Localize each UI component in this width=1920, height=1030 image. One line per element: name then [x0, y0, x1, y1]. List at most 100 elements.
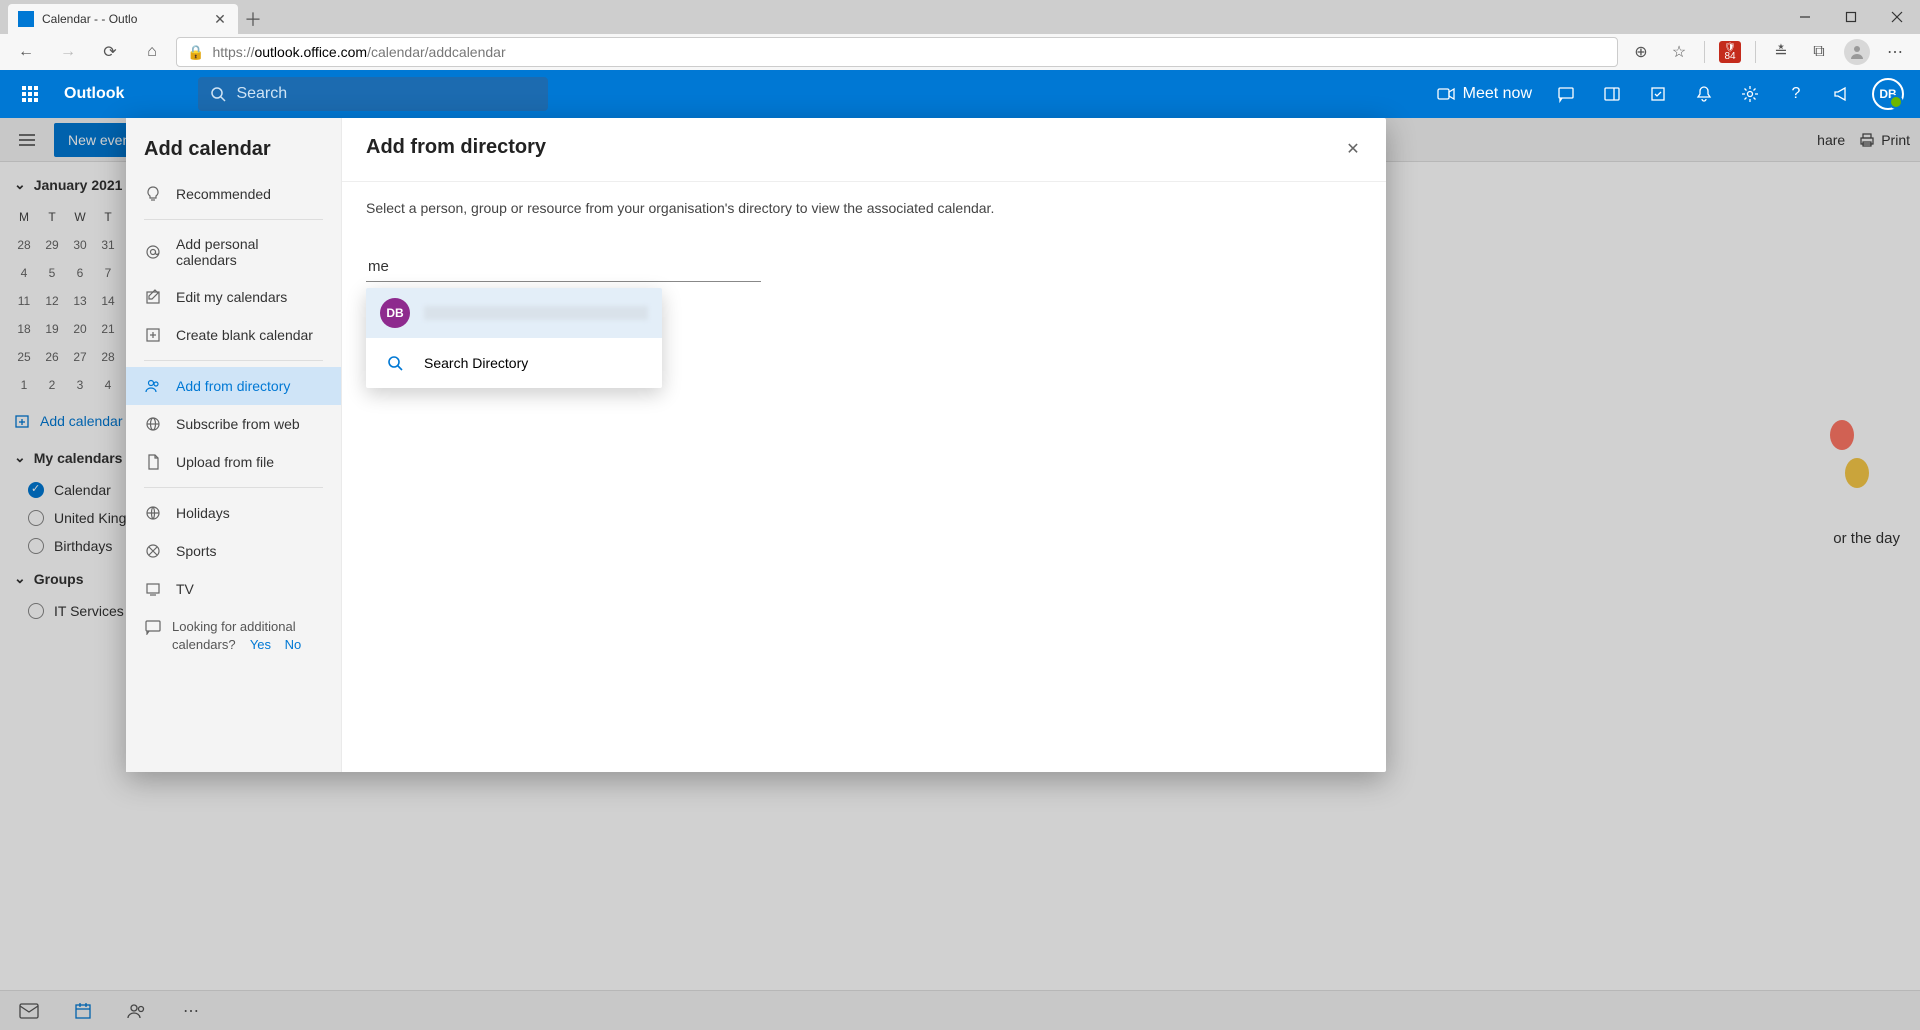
date-cell[interactable]: 14: [94, 287, 122, 315]
balloons-illustration: [1810, 420, 1870, 510]
directory-search-input[interactable]: [366, 252, 761, 282]
modal-nav-holidays[interactable]: Holidays: [126, 494, 341, 532]
edit-icon: [144, 288, 162, 306]
date-cell[interactable]: 13: [66, 287, 94, 315]
date-cell[interactable]: 28: [94, 343, 122, 371]
suggestion-search-directory[interactable]: Search Directory: [366, 338, 662, 388]
window-maximize-button[interactable]: [1828, 0, 1874, 34]
calendar-label: Calendar: [54, 482, 111, 498]
nav-back-button[interactable]: ←: [8, 36, 44, 68]
date-cell[interactable]: 2: [38, 371, 66, 399]
date-cell[interactable]: 4: [10, 259, 38, 287]
hamburger-button[interactable]: [10, 123, 44, 157]
browser-chrome: Calendar - - Outlo ✕ ＋ ← → ⟳ ⌂ 🔒 https:/…: [0, 0, 1920, 70]
date-cell[interactable]: 18: [10, 315, 38, 343]
date-cell[interactable]: 27: [66, 343, 94, 371]
add-calendar-modal: Add calendar RecommendedAdd personal cal…: [126, 118, 1386, 772]
modal-nav-edit-my-calendars[interactable]: Edit my calendars: [126, 278, 341, 316]
nav-home-button[interactable]: ⌂: [134, 36, 170, 68]
date-cell[interactable]: 3: [66, 371, 94, 399]
modal-footer: Looking for additional calendars? Yes No: [126, 608, 341, 664]
favorite-star-icon[interactable]: ☆: [1662, 37, 1696, 67]
date-cell[interactable]: 26: [38, 343, 66, 371]
modal-nav-add-from-directory[interactable]: Add from directory: [126, 367, 341, 405]
video-icon: [1437, 87, 1455, 101]
nav-refresh-button[interactable]: ⟳: [92, 36, 128, 68]
people-module-button[interactable]: [120, 994, 154, 1028]
nav-item-label: Upload from file: [176, 454, 274, 470]
lock-icon: 🔒: [187, 44, 204, 61]
favorites-list-icon[interactable]: ≛: [1764, 37, 1798, 67]
modal-description: Select a person, group or resource from …: [342, 181, 1386, 216]
calendar-checkbox[interactable]: [28, 538, 44, 554]
profile-button[interactable]: [1840, 37, 1874, 67]
more-modules-button[interactable]: ⋯: [174, 994, 208, 1028]
modal-nav-recommended[interactable]: Recommended: [126, 175, 341, 213]
date-cell[interactable]: 12: [38, 287, 66, 315]
date-cell[interactable]: 6: [66, 259, 94, 287]
search-directory-label: Search Directory: [424, 355, 528, 371]
url-scheme: https://: [212, 44, 254, 60]
nav-forward-button[interactable]: →: [50, 36, 86, 68]
calendar-checkbox[interactable]: [28, 510, 44, 526]
megaphone-icon[interactable]: [1820, 72, 1864, 116]
chat-icon[interactable]: [1544, 72, 1588, 116]
date-cell[interactable]: 1: [10, 371, 38, 399]
browser-tab[interactable]: Calendar - - Outlo ✕: [8, 4, 238, 34]
nav-item-label: Recommended: [176, 186, 271, 202]
date-cell[interactable]: 31: [94, 231, 122, 259]
new-tab-button[interactable]: ＋: [238, 4, 268, 34]
divider: [144, 487, 323, 488]
modal-nav-upload-from-file[interactable]: Upload from file: [126, 443, 341, 481]
calendar-checkbox[interactable]: [28, 482, 44, 498]
window-close-button[interactable]: [1874, 0, 1920, 34]
footer-yes-link[interactable]: Yes: [250, 637, 271, 652]
date-cell[interactable]: 29: [38, 231, 66, 259]
modal-nav-tv[interactable]: TV: [126, 570, 341, 608]
add-page-icon[interactable]: ⊕: [1624, 37, 1658, 67]
mail-module-button[interactable]: [12, 994, 46, 1028]
app-launcher-button[interactable]: [10, 74, 50, 114]
date-cell[interactable]: 4: [94, 371, 122, 399]
footer-no-link[interactable]: No: [285, 637, 302, 652]
date-cell[interactable]: 30: [66, 231, 94, 259]
chevron-down-icon: ⌄: [14, 449, 26, 466]
date-cell[interactable]: 5: [38, 259, 66, 287]
date-cell[interactable]: 20: [66, 315, 94, 343]
settings-icon[interactable]: [1728, 72, 1772, 116]
modal-nav-sports[interactable]: Sports: [126, 532, 341, 570]
address-bar[interactable]: 🔒 https://outlook.office.com/calendar/ad…: [176, 37, 1618, 67]
calendar-favicon-icon: [18, 11, 34, 27]
suggestion-person[interactable]: DB: [366, 288, 662, 338]
search-box[interactable]: Search: [198, 77, 548, 111]
calendar-checkbox[interactable]: [28, 603, 44, 619]
extension-badge-icon[interactable]: 84: [1713, 37, 1747, 67]
modal-nav-subscribe-from-web[interactable]: Subscribe from web: [126, 405, 341, 443]
date-cell[interactable]: 19: [38, 315, 66, 343]
date-cell[interactable]: 25: [10, 343, 38, 371]
help-icon[interactable]: ?: [1774, 72, 1818, 116]
print-button[interactable]: Print: [1859, 132, 1910, 148]
tab-close-icon[interactable]: ✕: [212, 11, 228, 27]
share-button[interactable]: hare: [1817, 132, 1845, 148]
account-avatar[interactable]: DB: [1866, 72, 1910, 116]
date-cell[interactable]: 11: [10, 287, 38, 315]
date-cell[interactable]: 28: [10, 231, 38, 259]
collections-icon[interactable]: ⧉: [1802, 37, 1836, 67]
calendar-module-button[interactable]: [66, 994, 100, 1028]
calendar-label: United Kingd: [54, 510, 134, 526]
calendar-label: IT Services: [54, 603, 124, 619]
browser-menu-icon[interactable]: ⋯: [1878, 37, 1912, 67]
modal-nav-add-personal-calendars[interactable]: Add personal calendars: [126, 226, 341, 278]
tips-icon[interactable]: [1636, 72, 1680, 116]
myday-icon[interactable]: [1590, 72, 1634, 116]
notifications-icon[interactable]: [1682, 72, 1726, 116]
modal-close-button[interactable]: ✕: [1338, 134, 1368, 164]
chevron-down-icon: ⌄: [14, 176, 26, 193]
window-minimize-button[interactable]: [1782, 0, 1828, 34]
meet-now-button[interactable]: Meet now: [1427, 85, 1542, 103]
modal-nav-create-blank-calendar[interactable]: Create blank calendar: [126, 316, 341, 354]
dow-cell: M: [10, 203, 38, 231]
date-cell[interactable]: 7: [94, 259, 122, 287]
date-cell[interactable]: 21: [94, 315, 122, 343]
